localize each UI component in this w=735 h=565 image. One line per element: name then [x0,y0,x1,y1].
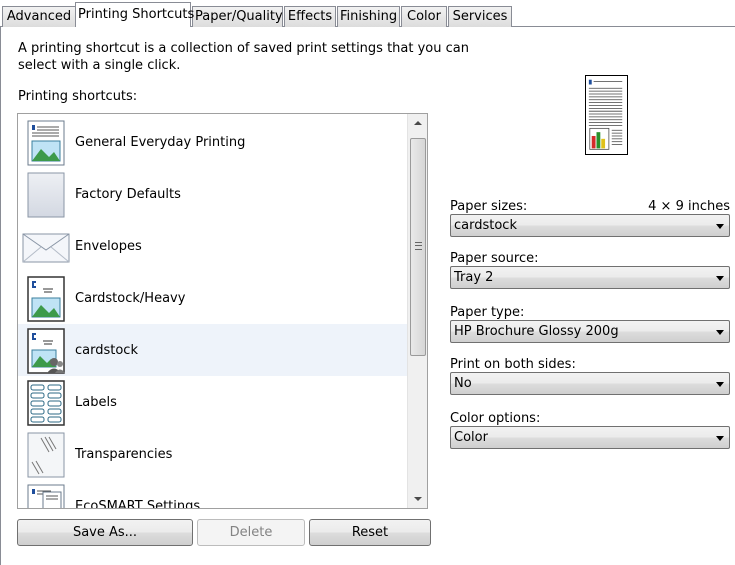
list-item-transparencies[interactable]: Transparencies [18,428,407,480]
list-item-label: General Everyday Printing [75,135,246,150]
scroll-down-arrow-icon[interactable] [408,491,427,508]
list-item-envelopes[interactable]: Envelopes [18,220,407,272]
tab-services[interactable]: Services [448,6,512,27]
page-preview [585,75,628,155]
envelope-icon [22,233,70,263]
list-item-label: Factory Defaults [75,187,181,202]
labels-icon [27,380,65,426]
list-item-label: Labels [75,395,117,410]
tab-effects[interactable]: Effects [284,6,336,27]
paper-type-label: Paper type: [450,305,525,320]
tab-strip: Advanced Printing Shortcuts Paper/Qualit… [0,0,735,27]
ecosmart-icon [27,484,65,508]
color-options-value: Color [454,430,488,445]
scrollbar-thumb[interactable] [410,138,426,356]
list-item-label: Envelopes [75,239,142,254]
grip-icon [415,242,422,250]
paper-sizes-label: Paper sizes: [450,199,528,214]
cardstock-user-icon [27,328,65,374]
color-options-label: Color options: [450,411,541,426]
both-sides-select[interactable]: No [450,372,730,395]
reset-button[interactable]: Reset [309,519,431,546]
shortcuts-list[interactable]: General Everyday Printing Factory Defaul… [17,113,428,509]
list-item-label: Cardstock/Heavy [75,291,186,306]
description-text: A printing shortcut is a collection of s… [18,41,469,73]
chevron-down-icon [716,276,724,281]
paper-type-select[interactable]: HP Brochure Glossy 200g [450,320,730,343]
general-everyday-icon [27,120,65,166]
shortcuts-items: General Everyday Printing Factory Defaul… [18,114,407,508]
chevron-down-icon [716,330,724,335]
chevron-down-icon [716,382,724,387]
paper-sizes-select[interactable]: cardstock [450,214,730,237]
paper-type-value: HP Brochure Glossy 200g [454,324,619,339]
delete-button[interactable]: Delete [197,519,305,546]
factory-defaults-icon [27,172,65,218]
tab-advanced[interactable]: Advanced [2,6,76,27]
tab-finishing[interactable]: Finishing [337,6,400,27]
tab-paper-quality[interactable]: Paper/Quality [192,6,283,27]
paper-source-select[interactable]: Tray 2 [450,266,730,289]
chevron-down-icon [716,436,724,441]
paper-size-dimension: 4 × 9 inches [648,199,730,214]
list-item-factory-defaults[interactable]: Factory Defaults [18,168,407,220]
tab-color[interactable]: Color [401,6,447,27]
paper-source-label: Paper source: [450,251,539,266]
list-item-label: EcoSMART Settings [75,499,201,508]
both-sides-label: Print on both sides: [450,357,576,372]
scroll-up-arrow-icon[interactable] [408,114,427,131]
paper-source-value: Tray 2 [454,270,494,285]
chevron-down-icon [716,224,724,229]
shortcuts-list-label: Printing shortcuts: [18,89,138,104]
color-options-select[interactable]: Color [450,426,730,449]
list-item-label: Transparencies [75,447,173,462]
list-item-label: cardstock [75,343,138,358]
list-item-ecosmart[interactable]: EcoSMART Settings [18,480,407,508]
list-item-cardstock[interactable]: cardstock [18,324,407,376]
both-sides-value: No [454,376,472,391]
list-item-cardstock-heavy[interactable]: Cardstock/Heavy [18,272,407,324]
list-scrollbar[interactable] [407,114,427,508]
paper-sizes-value: cardstock [454,218,517,233]
save-as-button[interactable]: Save As... [17,519,193,546]
transparencies-icon [27,432,65,478]
cardstock-heavy-icon [27,276,65,322]
list-item-general-everyday[interactable]: General Everyday Printing [18,116,407,168]
list-item-labels[interactable]: Labels [18,376,407,428]
tab-printing-shortcuts[interactable]: Printing Shortcuts [75,2,194,27]
